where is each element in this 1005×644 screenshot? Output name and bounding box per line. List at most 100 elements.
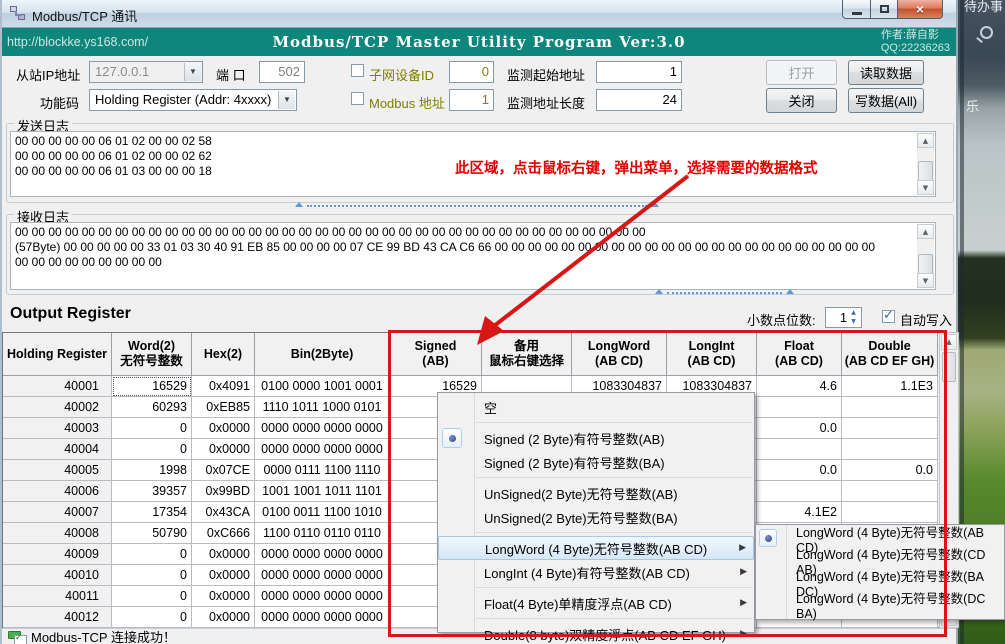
register-value-cell[interactable]: 4.6 xyxy=(757,376,842,397)
register-value-cell[interactable]: 0xEB85 xyxy=(192,397,255,418)
register-address-cell[interactable]: 40004 xyxy=(3,439,112,460)
register-value-cell[interactable]: 0x0000 xyxy=(192,565,255,586)
menu-item[interactable]: UnSigned(2 Byte)无符号整数(BA) xyxy=(438,505,754,529)
register-value-cell[interactable]: 0000 0000 0000 0000 xyxy=(255,586,390,607)
register-value-cell[interactable]: 0 xyxy=(112,544,192,565)
register-value-cell[interactable]: 0000 0000 0000 0000 xyxy=(255,565,390,586)
register-value-cell[interactable]: 0x0000 xyxy=(192,439,255,460)
recv-log-memo[interactable]: 00 00 00 00 00 00 00 00 00 00 00 00 00 0… xyxy=(10,222,936,290)
register-value-cell[interactable]: 0000 0111 1100 1110 xyxy=(255,460,390,481)
send-log-scrollbar[interactable]: ▲ ▼ xyxy=(917,133,934,195)
column-header[interactable]: Float(AB CD) xyxy=(757,333,842,376)
register-value-cell[interactable] xyxy=(842,397,938,418)
read-data-button[interactable]: 读取数据 xyxy=(848,60,924,85)
register-address-cell[interactable]: 40011 xyxy=(3,586,112,607)
column-header[interactable]: Double(AB CD EF GH) xyxy=(842,333,938,376)
register-address-cell[interactable]: 40001 xyxy=(3,376,112,397)
scroll-down-icon[interactable]: ▼ xyxy=(917,180,934,195)
subnet-id-checkbox[interactable] xyxy=(351,64,364,77)
menu-item[interactable]: Float(4 Byte)单精度浮点(AB CD)▶ xyxy=(438,591,754,615)
register-value-cell[interactable]: 0100 0000 1001 0001 xyxy=(255,376,390,397)
column-header[interactable]: LongInt(AB CD) xyxy=(667,333,757,376)
register-value-cell[interactable]: 1001 1001 1011 1101 xyxy=(255,481,390,502)
register-value-cell[interactable] xyxy=(757,397,842,418)
subnet-id-input[interactable]: 0 xyxy=(449,61,494,83)
scroll-up-icon[interactable]: ▲ xyxy=(917,224,934,239)
close-connection-button[interactable]: 关闭 xyxy=(766,88,837,113)
register-value-cell[interactable]: 0000 0000 0000 0000 xyxy=(255,607,390,628)
function-code-combobox[interactable]: Holding Register (Addr: 4xxxx)▼ xyxy=(89,89,297,111)
column-header[interactable]: Holding Register xyxy=(3,333,112,376)
maximize-button[interactable] xyxy=(871,0,898,19)
modbus-address-checkbox[interactable] xyxy=(351,92,364,105)
register-value-cell[interactable]: 0000 0000 0000 0000 xyxy=(255,439,390,460)
spinner-arrows-icon[interactable]: ▲▼ xyxy=(847,308,860,327)
register-value-cell[interactable]: 0.0 xyxy=(842,460,938,481)
register-value-cell[interactable]: 0xC666 xyxy=(192,523,255,544)
register-value-cell[interactable] xyxy=(842,418,938,439)
register-value-cell[interactable]: 1100 0110 0110 0110 xyxy=(255,523,390,544)
register-value-cell[interactable]: 0 xyxy=(112,565,192,586)
register-value-cell[interactable] xyxy=(842,481,938,502)
dropdown-arrow-icon[interactable]: ▼ xyxy=(184,63,201,81)
start-address-input[interactable]: 1 xyxy=(596,61,682,83)
register-address-cell[interactable]: 40009 xyxy=(3,544,112,565)
register-value-cell[interactable]: 0 xyxy=(112,439,192,460)
register-address-cell[interactable]: 40010 xyxy=(3,565,112,586)
recv-log-splitter[interactable] xyxy=(667,292,782,298)
register-value-cell[interactable]: 0 xyxy=(112,418,192,439)
register-value-cell[interactable]: 0 xyxy=(112,607,192,628)
register-value-cell[interactable]: 1.1E3 xyxy=(842,376,938,397)
address-length-input[interactable]: 24 xyxy=(596,89,682,111)
modbus-address-input[interactable]: 1 xyxy=(449,89,494,111)
register-value-cell[interactable]: 0100 0011 1100 1010 xyxy=(255,502,390,523)
send-log-splitter[interactable] xyxy=(307,205,647,211)
column-header[interactable]: Signed(AB) xyxy=(390,333,482,376)
register-value-cell[interactable]: 1110 1011 1000 0101 xyxy=(255,397,390,418)
register-value-cell[interactable] xyxy=(757,481,842,502)
register-value-cell[interactable]: 0.0 xyxy=(757,418,842,439)
recv-log-scrollbar[interactable]: ▲ ▼ xyxy=(917,224,934,288)
menu-item[interactable]: UnSigned(2 Byte)无符号整数(AB) xyxy=(438,481,754,505)
menu-item[interactable]: 空 xyxy=(438,395,754,419)
close-button[interactable]: × xyxy=(898,0,943,19)
register-value-cell[interactable]: 0.0 xyxy=(757,460,842,481)
register-value-cell[interactable]: 39357 xyxy=(112,481,192,502)
register-address-cell[interactable]: 40005 xyxy=(3,460,112,481)
submenu-item[interactable]: LongWord (4 Byte)无符号整数(DC BA) xyxy=(756,593,1004,615)
minimize-button[interactable] xyxy=(842,0,871,19)
register-value-cell[interactable]: 1998 xyxy=(112,460,192,481)
register-value-cell[interactable]: 0x0000 xyxy=(192,607,255,628)
open-button[interactable]: 打开 xyxy=(766,60,837,85)
scroll-up-icon[interactable]: ▲ xyxy=(917,133,934,148)
register-address-cell[interactable]: 40007 xyxy=(3,502,112,523)
search-icon[interactable] xyxy=(980,26,993,39)
register-address-cell[interactable]: 40002 xyxy=(3,397,112,418)
register-address-cell[interactable]: 40008 xyxy=(3,523,112,544)
column-header[interactable]: Bin(2Byte) xyxy=(255,333,390,376)
register-value-cell[interactable] xyxy=(842,439,938,460)
register-address-cell[interactable]: 40003 xyxy=(3,418,112,439)
menu-item[interactable]: Signed (2 Byte)有符号整数(BA) xyxy=(438,450,754,474)
auto-write-checkbox[interactable] xyxy=(882,310,895,323)
register-value-cell[interactable]: 0x4091 xyxy=(192,376,255,397)
register-value-cell[interactable]: 0 xyxy=(112,586,192,607)
register-value-cell[interactable]: 0x43CA xyxy=(192,502,255,523)
menu-item[interactable]: Double(8 byte)双精度浮点(AB CD EF GH)▶ xyxy=(438,622,754,644)
register-address-cell[interactable]: 40006 xyxy=(3,481,112,502)
register-value-cell[interactable]: 50790 xyxy=(112,523,192,544)
scroll-down-icon[interactable]: ▼ xyxy=(917,273,934,288)
register-value-cell[interactable]: 0000 0000 0000 0000 xyxy=(255,418,390,439)
register-value-cell[interactable] xyxy=(842,502,938,523)
column-header[interactable]: 备用鼠标右键选择 xyxy=(482,333,572,376)
register-value-cell[interactable]: 0x0000 xyxy=(192,418,255,439)
port-input[interactable]: 502 xyxy=(259,61,305,83)
column-header[interactable]: Word(2)无符号整数 xyxy=(112,333,192,376)
register-value-cell[interactable]: 60293 xyxy=(112,397,192,418)
register-value-cell[interactable]: 0x07CE xyxy=(192,460,255,481)
register-value-cell[interactable]: 0000 0000 0000 0000 xyxy=(255,544,390,565)
register-address-cell[interactable]: 40012 xyxy=(3,607,112,628)
scrollbar-thumb[interactable] xyxy=(942,352,956,382)
register-value-cell[interactable]: 0x0000 xyxy=(192,586,255,607)
register-value-cell[interactable] xyxy=(757,439,842,460)
